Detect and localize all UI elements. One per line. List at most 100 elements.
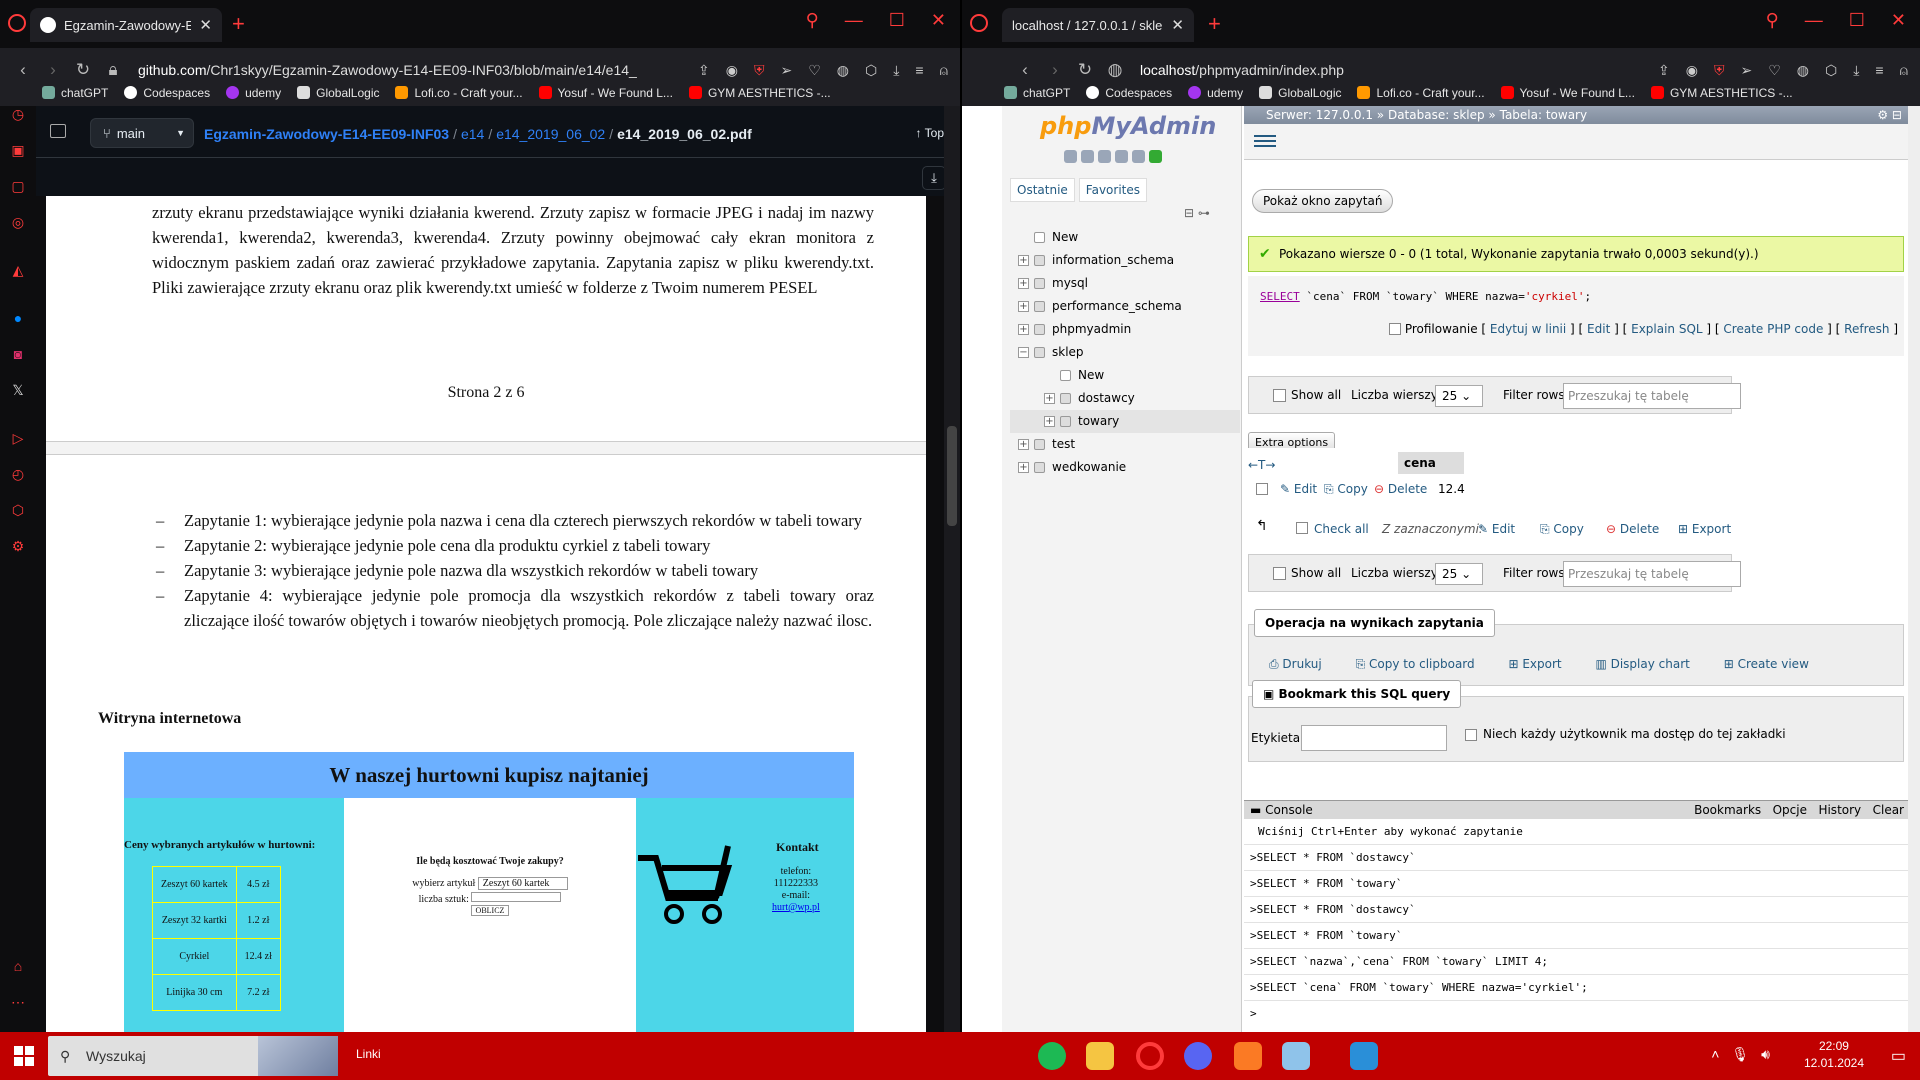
vpn-icon[interactable]: ◍	[1797, 62, 1809, 79]
bookmark-item[interactable]: udemy	[1188, 86, 1243, 100]
file-tree-icon[interactable]	[50, 124, 66, 138]
settings-icon[interactable]: ⚙	[10, 538, 26, 554]
url-field[interactable]: github.com/Chr1skyy/Egzamin-Zawodowy-E14…	[138, 62, 698, 78]
bookmark-item[interactable]: Lofi.co - Craft your...	[1357, 86, 1485, 100]
row-checkbox[interactable]	[1256, 483, 1268, 495]
logout-icon[interactable]	[1081, 150, 1094, 163]
crumb-subdir[interactable]: e14_2019_06_02	[496, 126, 605, 142]
row-edit[interactable]: ✎ Edit	[1280, 482, 1317, 496]
bookmark-item[interactable]: chatGPT	[42, 86, 108, 100]
share-bookmark-checkbox[interactable]	[1465, 729, 1477, 741]
xampp-icon[interactable]	[1234, 1042, 1262, 1070]
heart-icon[interactable]: ♡	[808, 62, 821, 79]
opera-logo-icon[interactable]	[8, 14, 26, 32]
copy-clipboard-link[interactable]: ⎘ Copy to clipboard	[1356, 657, 1475, 671]
send-icon[interactable]: ➢	[780, 62, 792, 79]
profiling-checkbox[interactable]	[1388, 323, 1401, 335]
tab-github[interactable]: Egzamin-Zawodowy-E14-E ✕	[30, 8, 222, 42]
back-icon[interactable]: ‹	[1010, 60, 1040, 80]
forward-icon[interactable]: ›	[1040, 60, 1070, 80]
crumb-dir[interactable]: e14	[461, 126, 484, 142]
bulk-copy[interactable]: ⎘ Copy	[1540, 522, 1584, 537]
bookmark-item[interactable]: GlobalLogic	[297, 86, 379, 100]
camera-sidebar-icon[interactable]: ◎	[10, 214, 26, 230]
edit-inline-link[interactable]: Edytuj w linii	[1490, 322, 1566, 336]
bookmark-item[interactable]: chatGPT	[1004, 86, 1070, 100]
chevron-up-icon[interactable]: ˄	[1711, 1046, 1719, 1063]
profile-icon[interactable]: ⍝	[940, 62, 948, 79]
show-all-checkbox[interactable]	[1273, 389, 1286, 402]
console-toggle[interactable]: ▬ Console	[1250, 803, 1313, 817]
close-window-button[interactable]: ✕	[931, 10, 946, 31]
more-icon[interactable]: ⋯	[10, 994, 26, 1010]
download-file-button[interactable]: ⤓	[922, 166, 946, 190]
paint-icon[interactable]	[1350, 1042, 1378, 1070]
bulk-delete[interactable]: ⊖ Delete	[1606, 522, 1659, 536]
bulk-edit[interactable]: ✎ Edit	[1478, 522, 1515, 536]
bookmark-item[interactable]: Yosuf - We Found L...	[538, 86, 673, 100]
discord-icon[interactable]	[1184, 1042, 1212, 1070]
show-all-checkbox[interactable]	[1273, 567, 1286, 580]
console-history-tab[interactable]: History	[1818, 803, 1861, 817]
export-link[interactable]: ⊞ Export	[1508, 657, 1561, 671]
gear-icon[interactable]: ⚙ ⊟	[1877, 106, 1902, 124]
tree-new[interactable]: New	[1010, 226, 1240, 249]
share-icon[interactable]: ⇪	[1658, 62, 1670, 79]
search-icon[interactable]: ⚲	[1766, 10, 1779, 31]
download-icon[interactable]: ⤓	[893, 62, 899, 79]
url-field[interactable]: localhost/phpmyadmin/index.php	[1140, 62, 1658, 78]
console-line[interactable]: >SELECT * FROM `dostawcy`	[1244, 897, 1908, 923]
refresh-link[interactable]: Refresh	[1844, 322, 1889, 336]
spotify-icon[interactable]	[1038, 1042, 1066, 1070]
edit-link[interactable]: Edit	[1587, 322, 1610, 336]
console-clear-tab[interactable]: Clear	[1873, 803, 1904, 817]
x-icon[interactable]: 𝕏	[10, 382, 26, 398]
history-icon[interactable]: ◴	[10, 466, 26, 482]
page-scrollbar[interactable]	[1908, 106, 1920, 1032]
share-icon[interactable]: ⇪	[698, 62, 710, 79]
collapse-link-icons[interactable]: ⊟ ⊶	[1184, 206, 1210, 220]
download-icon[interactable]: ⤓	[1853, 62, 1859, 79]
tab-phpmyadmin[interactable]: localhost / 127.0.0.1 / sklep ✕	[1002, 8, 1194, 130]
close-window-button[interactable]: ✕	[1891, 10, 1906, 31]
column-header-cena[interactable]: cena	[1398, 452, 1464, 474]
back-icon[interactable]: ‹	[8, 60, 38, 80]
column-arrows-icon[interactable]: ←T→	[1248, 458, 1275, 472]
settings-icon[interactable]	[1132, 150, 1145, 163]
briefcase-icon[interactable]: ▣	[10, 142, 26, 158]
clock[interactable]: 22:09 12.01.2024	[1804, 1038, 1864, 1072]
volume-icon[interactable]: 🔊︎	[1761, 1046, 1770, 1063]
messenger-icon[interactable]: ●	[10, 310, 26, 326]
opera-gx-icon[interactable]	[1136, 1042, 1164, 1070]
bookmark-item[interactable]: Codespaces	[124, 86, 210, 100]
tree-db-sklep[interactable]: − sklep	[1010, 341, 1240, 364]
console-line[interactable]: >SELECT * FROM `towary`	[1244, 923, 1908, 949]
cube-icon[interactable]: ⬡	[865, 62, 877, 79]
explain-link[interactable]: Explain SQL	[1631, 322, 1703, 336]
camera-icon[interactable]: ◉	[726, 62, 738, 79]
console-bookmarks-tab[interactable]: Bookmarks	[1694, 803, 1761, 817]
row-delete[interactable]: ⊖ Delete	[1374, 482, 1427, 496]
pdf-scrollbar[interactable]	[944, 106, 960, 1032]
heart-icon[interactable]: ♡	[1768, 62, 1781, 79]
rows-select[interactable]: 25 ⌄	[1435, 563, 1483, 585]
shield-icon[interactable]: ⛨	[754, 62, 765, 79]
notification-icon[interactable]: ▭	[1891, 1046, 1906, 1066]
tab-recent[interactable]: Ostatnie	[1010, 178, 1075, 202]
maximize-button[interactable]: ☐	[889, 10, 905, 31]
filter-input[interactable]: Przeszukaj tę tabelę	[1563, 383, 1741, 409]
show-query-button[interactable]: Pokaż okno zapytań	[1252, 189, 1394, 213]
tree-table-dostawcy[interactable]: + dostawcy	[1010, 387, 1240, 410]
links-toolbar[interactable]: Linki	[356, 1047, 381, 1061]
reload-icon[interactable]: ↻	[1070, 60, 1100, 80]
top-button[interactable]: ↑ Top	[916, 126, 944, 140]
minimize-button[interactable]: —	[1805, 10, 1823, 31]
close-tab-icon[interactable]: ✕	[199, 16, 212, 34]
cube-sidebar-icon[interactable]: ⬡	[10, 502, 26, 518]
bookmark-item[interactable]: Lofi.co - Craft your...	[395, 86, 523, 100]
docs-icon[interactable]	[1115, 150, 1128, 163]
bulk-export[interactable]: ⊞ Export	[1678, 522, 1731, 536]
notepad-icon[interactable]	[1282, 1042, 1310, 1070]
crumb-database[interactable]: Database: sklep	[1388, 108, 1485, 122]
tree-db-test[interactable]: + test	[1010, 433, 1240, 456]
